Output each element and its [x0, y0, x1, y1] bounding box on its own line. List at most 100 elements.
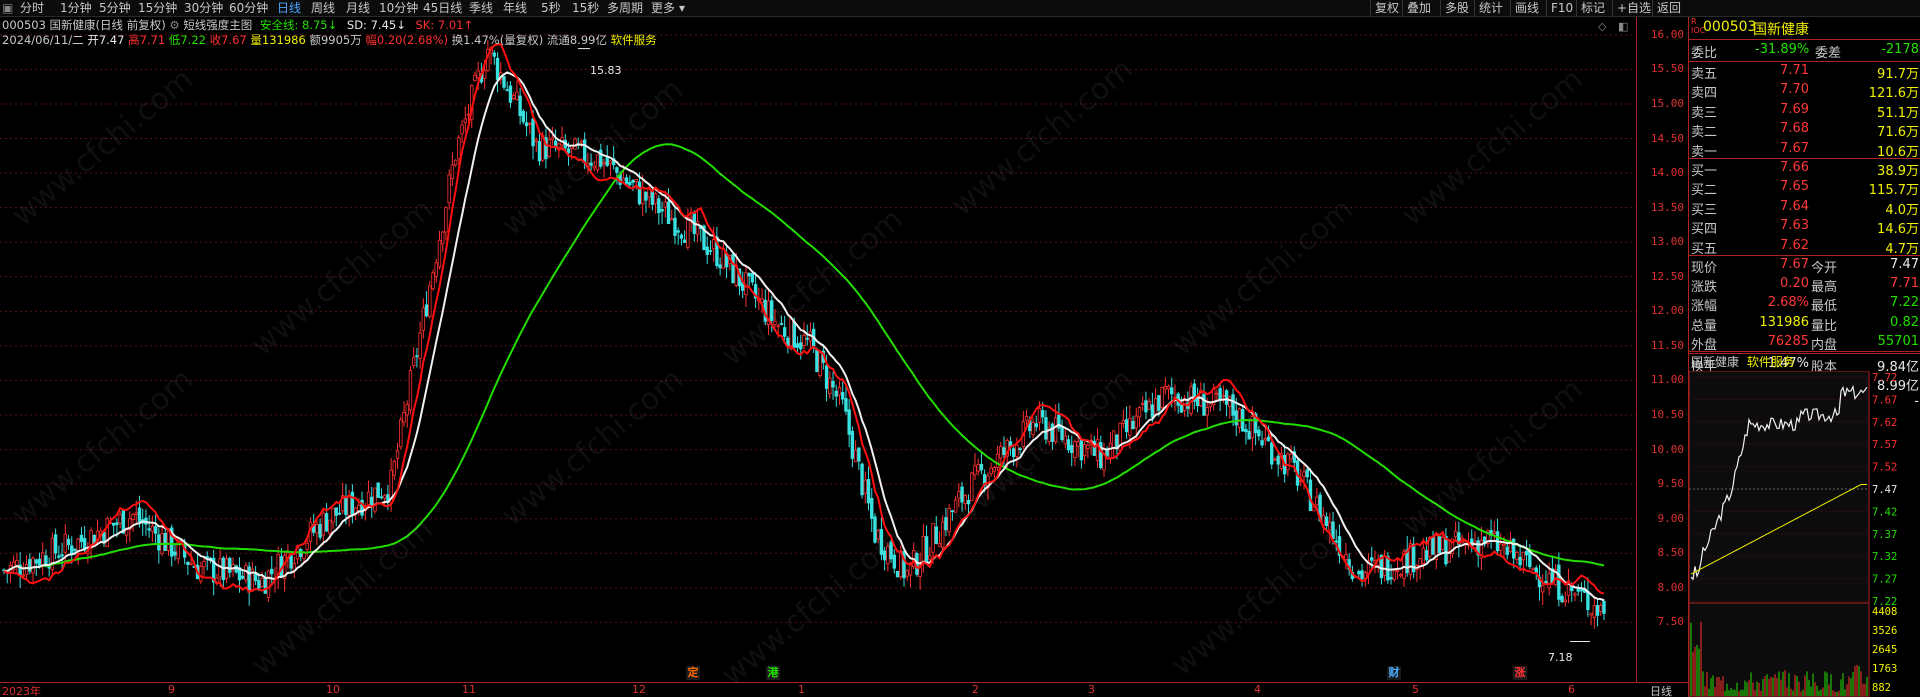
tab-1[interactable]: 1分钟: [60, 0, 92, 16]
marker-ding[interactable]: 定: [686, 666, 700, 680]
indicator-name[interactable]: 短线强度主图: [183, 18, 252, 32]
x-tick: 12: [632, 683, 646, 696]
candle-body: [157, 534, 161, 551]
candle-body: [476, 70, 480, 78]
candle-body: [566, 148, 571, 154]
sk-line: [3, 43, 1605, 595]
tab-9[interactable]: 10分钟: [379, 0, 418, 16]
tab-7[interactable]: 周线: [311, 0, 335, 16]
tab-14[interactable]: 15秒: [572, 0, 599, 16]
candle-body: [628, 181, 632, 186]
orderbook-row[interactable]: 买四 7.63 14.6万: [1689, 217, 1920, 237]
marker-zhang[interactable]: 涨: [1513, 666, 1527, 680]
orderbook-row[interactable]: 卖五 7.71 91.7万: [1689, 62, 1920, 82]
candle-body: [1453, 530, 1458, 538]
candle-body: [1386, 555, 1390, 581]
orderbook-row[interactable]: 买二 7.65 115.7万: [1689, 178, 1920, 198]
candle-body: [818, 352, 822, 376]
toolbar-button-6[interactable]: 标记: [1576, 0, 1609, 16]
candle-body: [1602, 600, 1606, 614]
candle-body: [1095, 439, 1100, 461]
candle-body: [1124, 419, 1129, 433]
orderbook-row[interactable]: 买一 7.66 38.9万: [1689, 159, 1920, 179]
candle-body: [686, 217, 690, 248]
tab-11[interactable]: 季线: [469, 0, 493, 16]
y-tick: 9.50: [1657, 477, 1685, 491]
tab-5[interactable]: 60分钟: [229, 0, 268, 16]
candle-body: [1076, 441, 1080, 447]
toolbar-button-7[interactable]: +自选: [1612, 0, 1655, 16]
candle-body: [850, 430, 855, 459]
tab-0[interactable]: 分时: [20, 0, 44, 16]
mini-chart-sector[interactable]: 软件服务: [1747, 355, 1795, 369]
ob-price: 7.70: [1780, 82, 1809, 98]
ohlc-low: 低7.22: [168, 33, 206, 47]
candle-body: [115, 522, 119, 525]
stat-value-2: 7.22: [1890, 295, 1919, 311]
tab-4[interactable]: 30分钟: [184, 0, 223, 16]
candle-body: [631, 179, 635, 183]
candle-body: [1263, 438, 1267, 441]
price-axis: 16.00 15.50 15.00 14.50 14.00 13.50 13.00 12.50…: [1636, 17, 1688, 683]
candle-body: [47, 566, 51, 569]
orderbook-row[interactable]: 卖三 7.69 51.1万: [1689, 101, 1920, 121]
candle-body: [1147, 401, 1151, 410]
candle-body: [928, 555, 932, 560]
tab-16[interactable]: 更多: [651, 0, 675, 16]
candle-body: [895, 571, 900, 578]
candle-body: [857, 447, 861, 462]
orderbook-row[interactable]: 卖一 7.67 10.6万: [1689, 140, 1920, 160]
candle-body: [118, 514, 122, 524]
candle-body: [1257, 429, 1261, 437]
toolbar-button-4[interactable]: 画线: [1510, 0, 1543, 16]
mini-price-tick: 7.37: [1872, 529, 1897, 541]
candle-body: [66, 538, 71, 546]
tab-3[interactable]: 15分钟: [138, 0, 177, 16]
stat-label-2: 最高: [1811, 280, 1838, 296]
orderbook-row[interactable]: 卖四 7.70 121.6万: [1689, 81, 1920, 101]
tab-6[interactable]: 日线: [277, 0, 301, 16]
tab-10[interactable]: 45日线: [423, 0, 462, 16]
tab-15[interactable]: 多周期: [607, 0, 643, 16]
toolbar-button-8[interactable]: 返回: [1652, 0, 1685, 16]
orderbook-row[interactable]: 卖二 7.68 71.6万: [1689, 120, 1920, 140]
orderbook-row[interactable]: 买五 7.62 4.7万: [1689, 237, 1920, 257]
menu-icon[interactable]: ▣: [2, 0, 13, 16]
candle-body: [682, 239, 687, 243]
orderbook-row[interactable]: 买三 7.64 4.0万: [1689, 198, 1920, 218]
candle-body: [289, 555, 293, 569]
candle-body: [70, 545, 74, 555]
intraday-mini-chart[interactable]: 7.72 7.67 7.62 7.57 7.52 7.47 7.42 7.37 7.32 7.27…: [1689, 371, 1920, 697]
candle-body: [1228, 396, 1232, 407]
marker-gang[interactable]: 港: [766, 666, 780, 680]
ohlc-sector[interactable]: 软件服务: [611, 33, 657, 47]
tab-12[interactable]: 年线: [503, 0, 527, 16]
window-icon[interactable]: ◧: [1618, 20, 1628, 33]
tab-2[interactable]: 5分钟: [99, 0, 131, 16]
mini-volume-tick: 4408: [1872, 606, 1897, 618]
candle-body: [705, 246, 709, 255]
candle-body: [924, 536, 929, 563]
toolbar-button-0[interactable]: 复权: [1370, 0, 1403, 16]
chart-title: 000503 国新健康(日线 前复权): [2, 18, 166, 32]
candle-body: [860, 463, 864, 496]
y-tick: 14.50: [1650, 131, 1684, 145]
toolbar-button-2[interactable]: 多股: [1440, 0, 1473, 16]
candle-body: [534, 139, 538, 142]
marker-cai[interactable]: 财: [1387, 666, 1401, 680]
chevron-down-icon[interactable]: ▾: [679, 0, 685, 16]
y-tick: 9.00: [1657, 511, 1685, 525]
gear-icon[interactable]: ⚙: [169, 18, 183, 32]
diamond-icon[interactable]: ◇: [1598, 20, 1606, 33]
toolbar-button-5[interactable]: F10: [1546, 0, 1577, 16]
toolbar-button-1[interactable]: 叠加: [1402, 0, 1435, 16]
candle-body: [795, 343, 800, 348]
candle-body: [1524, 550, 1529, 556]
tab-13[interactable]: 5秒: [541, 0, 561, 16]
toolbar-button-3[interactable]: 统计: [1474, 0, 1507, 16]
y-tick: 8.00: [1657, 580, 1685, 594]
tab-8[interactable]: 月线: [346, 0, 370, 16]
candle-body: [79, 534, 84, 542]
candle-body: [466, 113, 471, 116]
quote-header: R IOC 000503 国新健康: [1689, 17, 1920, 38]
